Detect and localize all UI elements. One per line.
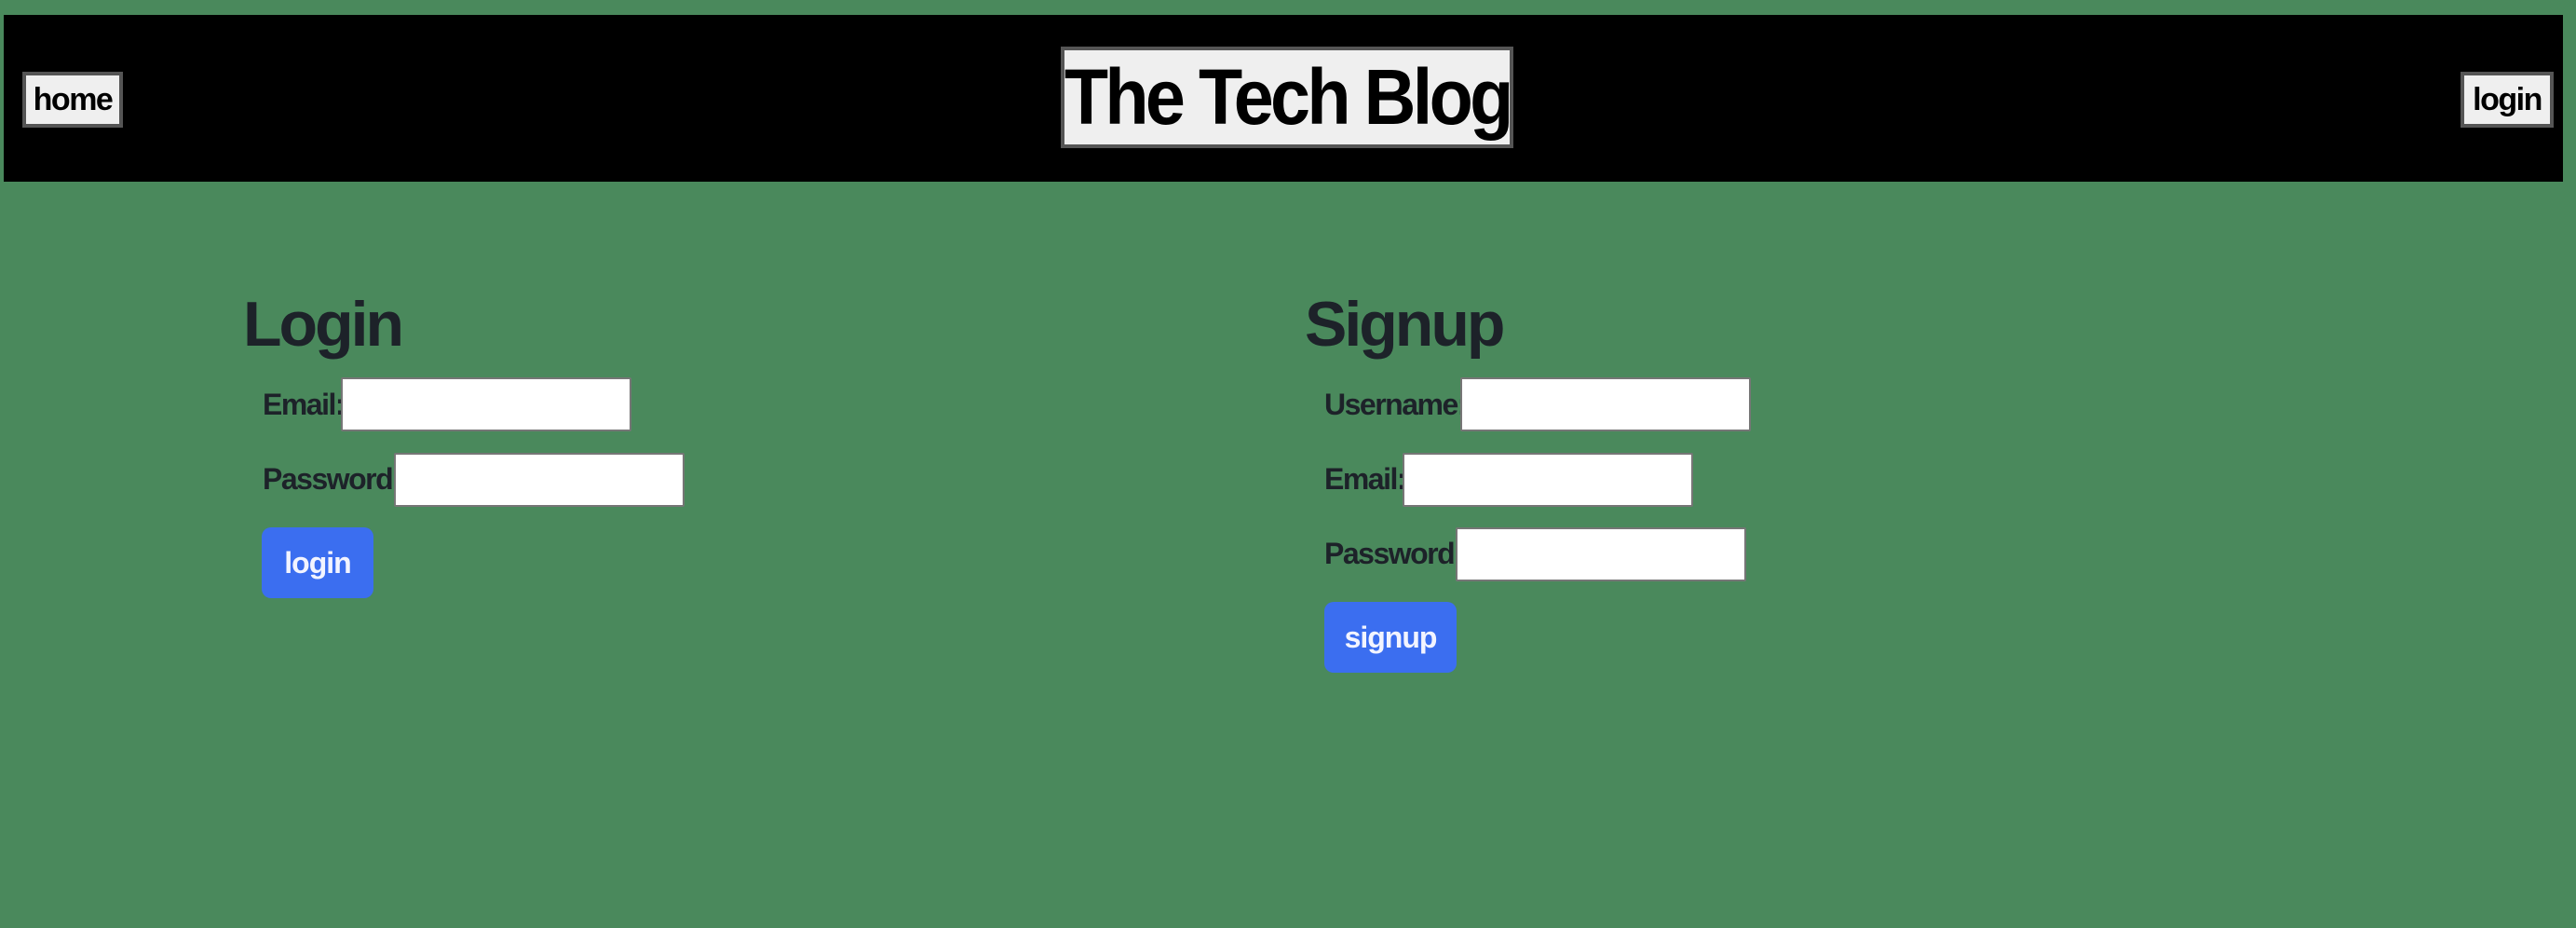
- home-button[interactable]: home: [22, 72, 123, 128]
- signup-username-input[interactable]: [1460, 377, 1751, 431]
- login-submit-button[interactable]: login: [262, 527, 373, 598]
- site-title-box: The Tech Blog: [1061, 47, 1513, 148]
- signup-username-label: Username:: [1324, 388, 1467, 421]
- login-password-input[interactable]: [394, 453, 685, 507]
- site-header: home The Tech Blog login: [4, 15, 2563, 182]
- login-email-input[interactable]: [341, 377, 631, 431]
- header-login-button[interactable]: login: [2461, 72, 2554, 128]
- site-title: The Tech Blog: [1064, 53, 1514, 141]
- login-heading: Login: [243, 289, 404, 360]
- signup-heading: Signup: [1305, 289, 1505, 360]
- login-password-label: Password:: [263, 462, 402, 496]
- signup-password-label: Password:: [1324, 537, 1464, 570]
- signup-email-label: Email:: [1324, 462, 1407, 496]
- signup-email-input[interactable]: [1403, 453, 1693, 507]
- login-email-label: Email:: [263, 388, 346, 421]
- signup-submit-button[interactable]: signup: [1324, 602, 1457, 673]
- signup-password-input[interactable]: [1456, 527, 1746, 581]
